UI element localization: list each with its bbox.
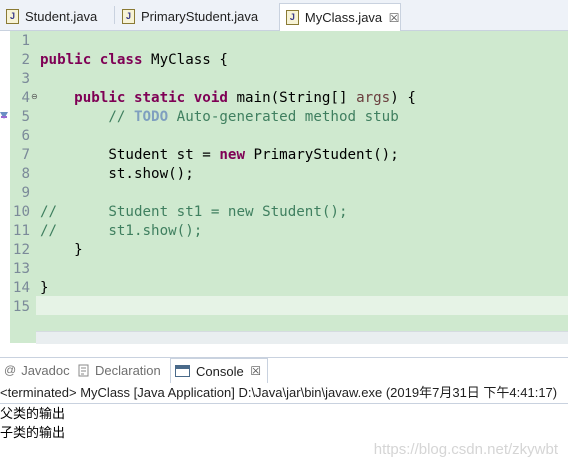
console-icon [175,365,190,377]
editor-tab-bar: J Student.java J PrimaryStudent.java J M… [0,0,568,31]
code-token: } [40,280,49,296]
tab-primarystudent-java[interactable]: J PrimaryStudent.java [116,4,278,29]
line-number: 1 [21,33,30,49]
code-token: public [74,90,126,106]
line-number: 2 [21,52,30,68]
code-line: public class MyClass { [40,51,228,70]
code-token: // st1.show(); [40,223,203,239]
code-token: new [219,147,245,163]
tab-label: Student.java [25,9,98,24]
code-token: void [193,90,228,106]
line-number: 10 [12,204,30,220]
console-output-line: 父类的输出 [0,406,66,421]
code-line: } [40,241,83,260]
code-token: MyClass { [142,52,228,68]
code-token: } [40,242,83,258]
current-line-highlight [36,296,568,315]
code-token: public [40,52,92,68]
code-token: // Student st1 = new Student(); [40,204,348,220]
line-number: 6 [21,128,30,144]
tab-myclass-java[interactable]: J MyClass.java ☒ [279,3,401,31]
code-token: static [133,90,186,106]
code-line: // st1.show(); [40,222,202,241]
code-line: // Student st1 = new Student(); [40,203,348,222]
overview-ruler [0,31,10,343]
tab-label: Javadoc [21,362,70,378]
java-file-icon: J [6,9,19,24]
declaration-icon [78,364,89,376]
code-token: Student st = [40,147,220,163]
code-token: ) { [390,90,416,106]
code-token: TODO [133,109,169,125]
close-tab-icon[interactable]: ☒ [388,12,400,24]
watermark-text: https://blog.csdn.net/zkywbt [373,441,558,458]
line-number: 3 [21,71,30,87]
java-file-icon: J [122,9,135,24]
code-token: // [108,109,134,125]
code-token: args [356,90,391,106]
tab-label: PrimaryStudent.java [141,9,259,24]
tab-divider [114,6,115,24]
code-line: public static void main(String[] args) { [40,89,416,108]
code-token: Auto-generated method stub [168,109,399,125]
code-token: main(String[] [227,90,357,106]
line-number: 9 [21,185,30,201]
close-tab-icon[interactable]: ☒ [250,365,262,377]
code-token: st.show(); [40,166,194,182]
code-token: class [99,52,143,68]
code-editor[interactable]: ⊖ 1 2 public class MyClass {3 4 public stat… [0,31,568,344]
tab-label: MyClass.java [304,10,383,25]
code-line: st.show(); [40,165,194,184]
tab-javadoc[interactable]: @ Javadoc [0,358,72,382]
code-line: // TODO Auto-generated method stub [40,108,399,127]
horizontal-scrollbar[interactable] [36,331,568,344]
tab-student-java[interactable]: J Student.java [0,4,114,29]
line-number: 13 [12,261,30,277]
line-number: 14 [12,280,30,296]
code-token: PrimaryStudent(); [245,147,399,163]
console-divider [0,403,568,404]
line-number: 4 [21,90,30,106]
console-output-line: 子类的输出 [0,425,66,440]
line-number: 5 [21,109,30,125]
java-file-icon: J [286,10,299,25]
tab-console[interactable]: Console ☒ [170,358,268,383]
line-number: 12 [12,242,30,258]
javadoc-at-icon: @ [4,363,17,377]
code-line: } [40,279,49,298]
code-line: Student st = new PrimaryStudent(); [40,146,399,165]
fold-collapse-icon[interactable]: ⊖ [31,93,38,101]
override-marker-icon[interactable] [0,111,9,120]
line-number: 8 [21,166,30,182]
console-status-header: <terminated> MyClass [Java Application] … [0,385,558,400]
panel-tab-bar: @ Javadoc Declaration Console ☒ [0,357,568,383]
line-number: 11 [12,223,30,239]
line-number: 7 [21,147,30,163]
tab-declaration[interactable]: Declaration [76,358,168,382]
tab-label: Console [196,363,244,379]
tab-label: Declaration [95,362,161,378]
line-number: 15 [12,299,30,315]
